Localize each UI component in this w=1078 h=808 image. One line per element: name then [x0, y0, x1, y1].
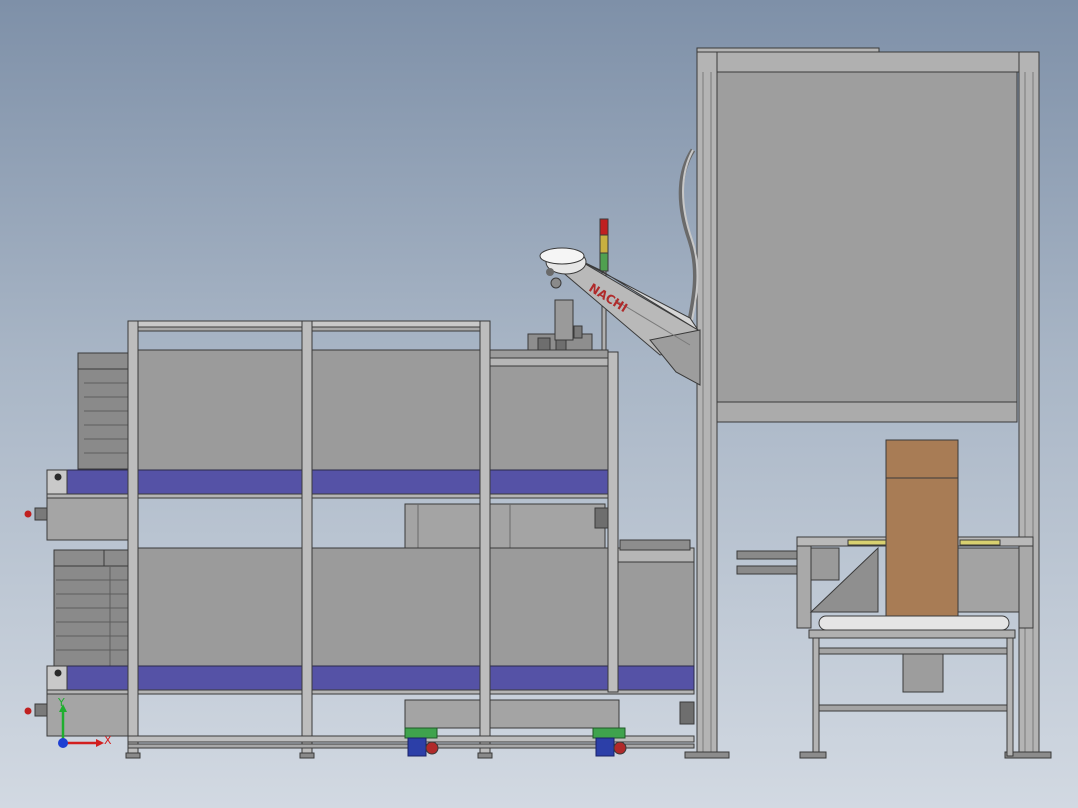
upper-drive-motor [46, 497, 129, 541]
upper-emergency-stop [24, 510, 32, 518]
enclosure-panel [716, 71, 1018, 403]
robot-base [489, 299, 607, 359]
carton-top-flap [885, 439, 959, 479]
box-stack-bottom [53, 549, 129, 667]
enclosure-post-right [1018, 51, 1040, 758]
cad-viewport[interactable]: NACHI X Y [0, 0, 1078, 808]
lower-belt [46, 665, 695, 691]
box-stack-top [77, 352, 129, 470]
carton-conveyor [736, 439, 1034, 759]
upper-guard-panel [135, 349, 609, 473]
carton-roller [818, 615, 1010, 631]
enclosure-post-left [696, 51, 718, 758]
axis-x-label: X [104, 734, 112, 747]
cad-assembly-drawing: NACHI X Y [24, 47, 1052, 759]
cable-hose [678, 148, 699, 321]
axis-y-label: Y [57, 696, 65, 709]
lower-emergency-stop [24, 707, 32, 715]
end-effector-plate [539, 247, 585, 265]
carton-box [885, 477, 959, 617]
